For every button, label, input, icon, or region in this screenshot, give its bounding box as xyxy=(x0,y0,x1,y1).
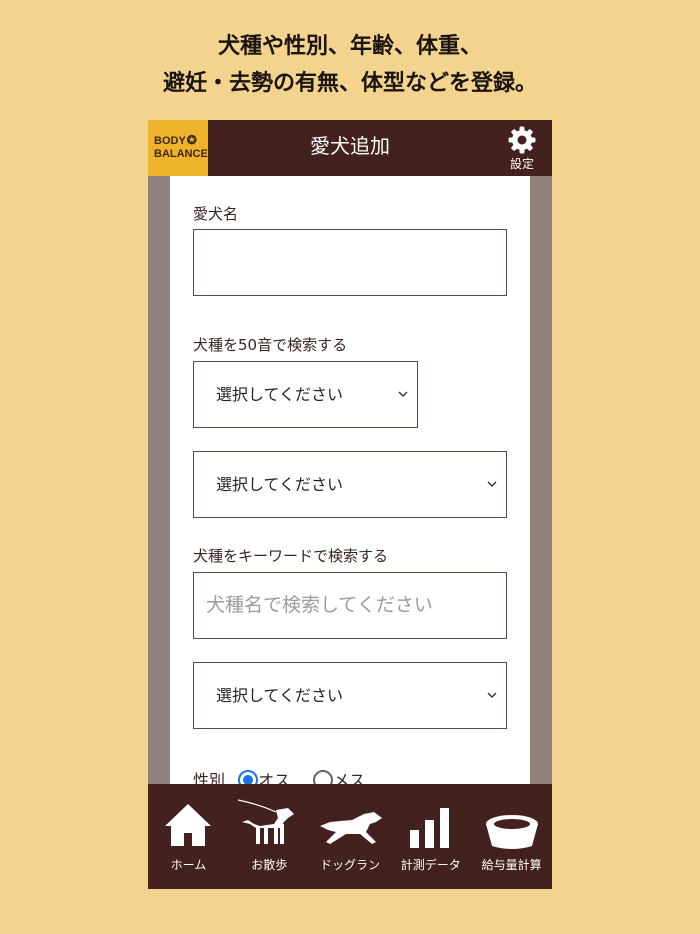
bar-chart-icon xyxy=(409,808,449,848)
running-dog-icon xyxy=(319,812,382,844)
kana-select[interactable]: 選択してください xyxy=(193,361,418,428)
gender-option-female: メス xyxy=(333,771,366,784)
body-balance-logo: BODY✪ BALANCE xyxy=(148,120,208,176)
nav-measure-data[interactable]: 計測データ xyxy=(390,784,471,889)
dog-name-label: 愛犬名 xyxy=(193,205,239,223)
nav-walk[interactable]: お散歩 xyxy=(229,784,310,889)
gender-option-male: オス xyxy=(258,771,291,784)
chevron-down-icon xyxy=(398,391,408,397)
nav-home[interactable]: ホーム xyxy=(148,784,229,889)
dog-form: 愛犬名 犬種を50音で検索する 選択してください 選択してください 犬種をキーワ… xyxy=(170,176,530,784)
nav-feeding-calc[interactable]: 給与量計算 xyxy=(471,784,552,889)
settings-button[interactable]: 設定 xyxy=(492,120,552,176)
phone-screen: BODY✪ BALANCE 愛犬追加 設定 愛犬名 犬種を50音で検索する 選択… xyxy=(148,120,552,889)
promo-line-1: 犬種や性別、年齢、体重、 xyxy=(217,34,482,59)
bottom-nav: ホーム お散歩 ドッグラン 計測データ 給与量計算 xyxy=(148,784,552,889)
food-bowl-icon xyxy=(485,815,538,849)
house-icon xyxy=(165,804,212,846)
nav-dog-run[interactable]: ドッグラン xyxy=(310,784,391,889)
gender-radio-male[interactable] xyxy=(238,770,259,784)
keyword-search-label: 犬種をキーワードで検索する xyxy=(193,547,389,565)
kana-search-label: 犬種を50音で検索する xyxy=(193,336,348,354)
promo-caption: 犬種や性別、年齢、体重、 避妊・去勢の有無、体型などを登録。 xyxy=(0,28,700,102)
dog-name-input[interactable] xyxy=(193,229,507,296)
dog-walk-icon xyxy=(238,799,295,844)
breed-select-1[interactable]: 選択してください xyxy=(193,451,507,518)
top-bar: BODY✪ BALANCE 愛犬追加 設定 xyxy=(148,120,552,176)
gender-label: 性別 xyxy=(193,771,226,784)
promo-line-2: 避妊・去勢の有無、体型などを登録。 xyxy=(162,71,537,96)
star-icon: ✪ xyxy=(186,133,197,147)
gender-radio-female[interactable] xyxy=(313,770,334,784)
gear-icon xyxy=(508,126,536,154)
breed-select-2[interactable]: 選択してください xyxy=(193,662,507,729)
gender-row: 性別 オス メス xyxy=(193,767,365,784)
settings-label: 設定 xyxy=(509,157,534,171)
page-title: 愛犬追加 xyxy=(310,134,390,158)
chevron-down-icon xyxy=(487,692,497,698)
keyword-search-input[interactable]: 犬種名で検索してください xyxy=(193,572,507,639)
chevron-down-icon xyxy=(487,481,497,487)
